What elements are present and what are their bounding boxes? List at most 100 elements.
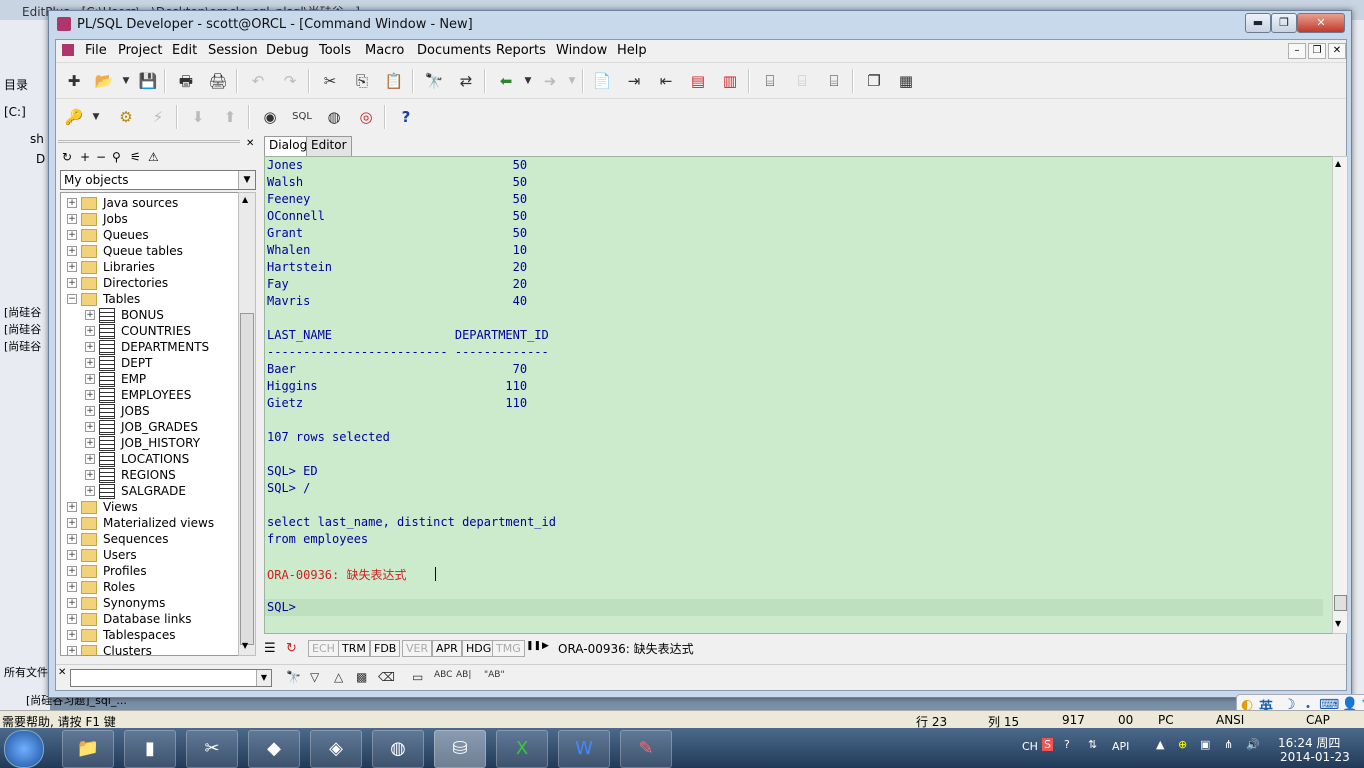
eraser-icon[interactable]: ⌫	[378, 670, 395, 684]
save-icon[interactable]: 💾	[138, 71, 158, 91]
plsql-developer-icon[interactable]: ⛁	[434, 730, 486, 768]
toggle-trm[interactable]: TRM	[338, 640, 370, 657]
bg-file-3[interactable]: [尚硅谷	[4, 338, 41, 354]
expand-icon[interactable]: +	[85, 390, 95, 400]
open-dropdown-icon[interactable]: ▼	[116, 71, 136, 91]
schema-icon[interactable]: ⌸	[760, 71, 780, 91]
toggle-tmg[interactable]: TMG	[492, 640, 525, 657]
help-circle-icon[interactable]: ?	[1064, 738, 1070, 751]
word-icon[interactable]: W	[558, 730, 610, 768]
copy-icon[interactable]: ⎘	[352, 71, 372, 91]
filter-icon[interactable]: ⚟	[130, 150, 141, 164]
add-icon[interactable]: +	[80, 150, 90, 164]
find-dropdown-icon[interactable]: ▼	[256, 670, 271, 686]
spool-icon[interactable]: ↻	[286, 641, 297, 656]
expand-icon[interactable]: +	[67, 566, 77, 576]
show-hidden-icons[interactable]: ▲	[1156, 738, 1164, 751]
bg-file-1[interactable]: [尚硅谷	[4, 304, 41, 320]
expand-icon[interactable]: +	[67, 630, 77, 640]
open-icon[interactable]: 📂	[94, 71, 114, 91]
clock-time[interactable]: 16:24 周四	[1278, 734, 1340, 751]
command-output[interactable]: Jones 50 Walsh 50 Feeney 50 OConnell 50 Gran…	[264, 156, 1334, 634]
remove-icon[interactable]: −	[96, 150, 106, 164]
expand-icon[interactable]: +	[67, 246, 77, 256]
expand-icon[interactable]: +	[85, 438, 95, 448]
editplus-icon[interactable]: ✎	[620, 730, 672, 768]
tab-dialog[interactable]: Dialog	[264, 136, 313, 157]
find-objects-icon[interactable]: ⚲	[112, 150, 121, 164]
mdi-close-button[interactable]: ✕	[1328, 43, 1346, 59]
toggle-apr[interactable]: APR	[432, 640, 462, 657]
document-icon[interactable]: 📄	[592, 71, 612, 91]
tab-editor[interactable]: Editor	[306, 136, 352, 157]
test-window-icon[interactable]: ◍	[324, 107, 344, 127]
uncomment-icon[interactable]: ▥	[720, 71, 740, 91]
menu-file[interactable]: File	[85, 43, 107, 58]
bg-file-2[interactable]: [尚硅谷	[4, 321, 41, 337]
device-icon[interactable]: ▣	[1200, 738, 1210, 751]
expand-icon[interactable]: +	[85, 374, 95, 384]
toggle-fdb[interactable]: FDB	[370, 640, 401, 657]
match-case-icon[interactable]: ABC	[434, 670, 452, 680]
new-icon[interactable]: ✚	[64, 71, 84, 91]
window-titlebar[interactable]: PL/SQL Developer - scott@ORCL - [Command…	[49, 11, 1351, 39]
scroll-up-icon[interactable]: ▲	[242, 195, 248, 204]
network-icon[interactable]: ⋔	[1224, 738, 1233, 751]
expand-icon[interactable]: +	[85, 326, 95, 336]
play-icon[interactable]: ▶	[542, 641, 549, 651]
expand-icon[interactable]: +	[85, 310, 95, 320]
language-indicator[interactable]: CH	[1022, 740, 1038, 753]
expand-icon[interactable]: +	[67, 262, 77, 272]
regex-icon[interactable]: "AB"	[484, 670, 505, 680]
print-icon[interactable]: 🖶	[176, 71, 196, 91]
mdi-minimize-button[interactable]: –	[1288, 43, 1306, 59]
commit-icon[interactable]: ⬇	[188, 107, 208, 127]
bg-filter[interactable]: 所有文件	[4, 664, 48, 680]
expand-icon[interactable]: +	[67, 550, 77, 560]
refresh-icon[interactable]: ↻	[62, 150, 72, 164]
break-icon[interactable]: ⚡	[148, 107, 168, 127]
plus-icon[interactable]: ⊕	[1178, 738, 1187, 751]
ime-s-icon[interactable]: S	[1042, 738, 1053, 751]
explain-icon[interactable]: ◎	[356, 107, 376, 127]
snipping-icon[interactable]: ✂	[186, 730, 238, 768]
unindent-icon[interactable]: ⇤	[656, 71, 676, 91]
expand-icon[interactable]: +	[67, 582, 77, 592]
find-input[interactable]: ▼	[70, 669, 272, 687]
execute-icon[interactable]: ⬅	[496, 71, 516, 91]
expand-icon[interactable]: +	[85, 422, 95, 432]
find-up-icon[interactable]: △	[334, 670, 343, 684]
tile-icon[interactable]: ▦	[896, 71, 916, 91]
expand-icon[interactable]: +	[67, 502, 77, 512]
sql-icon[interactable]: SQL	[292, 107, 312, 127]
gear-icon[interactable]: ⚙	[116, 107, 136, 127]
clock-date[interactable]: 2014-01-23	[1280, 750, 1350, 764]
chevron-down-icon[interactable]: ▼	[238, 171, 255, 189]
expand-icon[interactable]: +	[67, 534, 77, 544]
chrome-icon[interactable]: ◍	[372, 730, 424, 768]
window-list-icon[interactable]: ❐	[864, 71, 884, 91]
help-icon[interactable]: ?	[396, 107, 416, 127]
expand-icon[interactable]: +	[85, 470, 95, 480]
cut-icon[interactable]: ✂	[320, 71, 340, 91]
highlight-all-icon[interactable]: ▩	[356, 670, 367, 684]
indent-icon[interactable]: ⇥	[624, 71, 644, 91]
menu-reports[interactable]: Reports	[496, 43, 546, 58]
object-browser-close-icon[interactable]: ✕	[246, 138, 254, 149]
toggle-ech[interactable]: ECH	[308, 640, 339, 657]
expand-icon[interactable]: +	[85, 406, 95, 416]
print-preview-icon[interactable]: 🖨	[208, 71, 228, 91]
menu-macro[interactable]: Macro	[365, 43, 404, 58]
key-icon[interactable]: 🔑	[64, 107, 84, 127]
menu-lines-icon[interactable]: ☰	[264, 641, 276, 656]
menu-tools[interactable]: Tools	[319, 43, 351, 58]
menu-help[interactable]: Help	[617, 43, 647, 58]
explorer-icon[interactable]: 📁	[62, 730, 114, 768]
schema-2-icon[interactable]: ⌸	[792, 71, 812, 91]
menu-edit[interactable]: Edit	[172, 43, 197, 58]
output-scroll-up-icon[interactable]: ▲	[1335, 159, 1341, 168]
api-indicator[interactable]: API	[1112, 740, 1129, 753]
expand-icon[interactable]: +	[67, 598, 77, 608]
object-tree-scroll-thumb[interactable]	[240, 313, 254, 645]
object-scope-select[interactable]: My objects ▼	[60, 170, 256, 190]
